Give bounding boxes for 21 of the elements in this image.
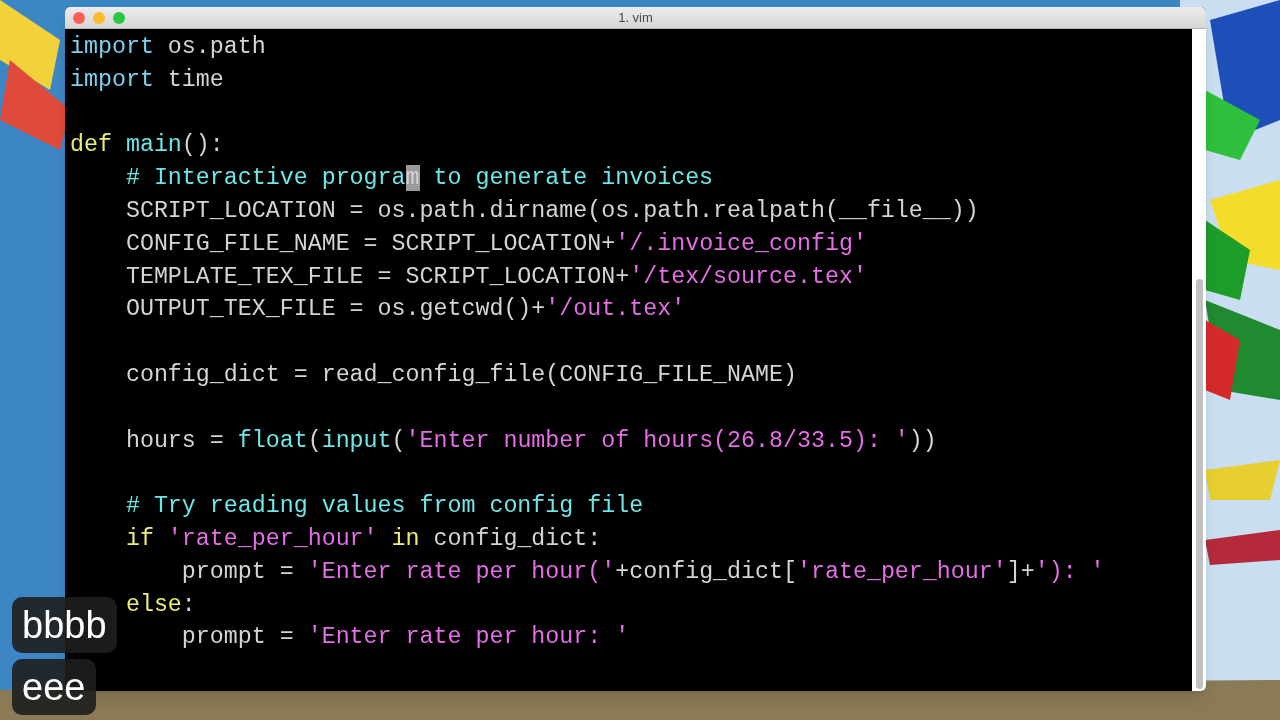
code-line: CONFIG_FILE_NAME = SCRIPT_LOCATION+'/.invoice_config' [124, 230, 867, 257]
code-line: def main(): [70, 132, 224, 159]
code-line: prompt = 'Enter rate per hour('+config_dict['rate_per_hour']+'): ' [180, 558, 1105, 585]
code-line: import time [70, 66, 224, 93]
close-button[interactable] [73, 12, 85, 24]
code-line: if 'rate_per_hour' in config_dict: [124, 525, 602, 552]
code-line: config_dict = read_config_file(CONFIG_FILE_NAME) [124, 361, 797, 388]
keystroke-overlay: eee [12, 659, 96, 715]
window-title: 1. vim [618, 8, 653, 27]
zoom-button[interactable] [113, 12, 125, 24]
code-line: hours = float(input('Enter number of hours(26.8/33.5): ')) [124, 427, 937, 454]
code-line: TEMPLATE_TEX_FILE = SCRIPT_LOCATION+'/tex/source.tex' [124, 263, 867, 290]
scrollbar[interactable] [1192, 29, 1206, 691]
keystroke-overlay: bbbb [12, 597, 117, 653]
code-line: else: [124, 591, 196, 618]
code-line: # Interactive program to generate invoices [124, 165, 714, 192]
code-line: SCRIPT_LOCATION = os.path.dirname(os.path.realpath(__file__)) [124, 198, 979, 224]
code-line: # Try reading values from config file [124, 493, 644, 520]
code-line: import os.path [70, 34, 266, 60]
minimize-button[interactable] [93, 12, 105, 24]
code-line: OUTPUT_TEX_FILE = os.getcwd()+'/out.tex' [124, 296, 686, 323]
